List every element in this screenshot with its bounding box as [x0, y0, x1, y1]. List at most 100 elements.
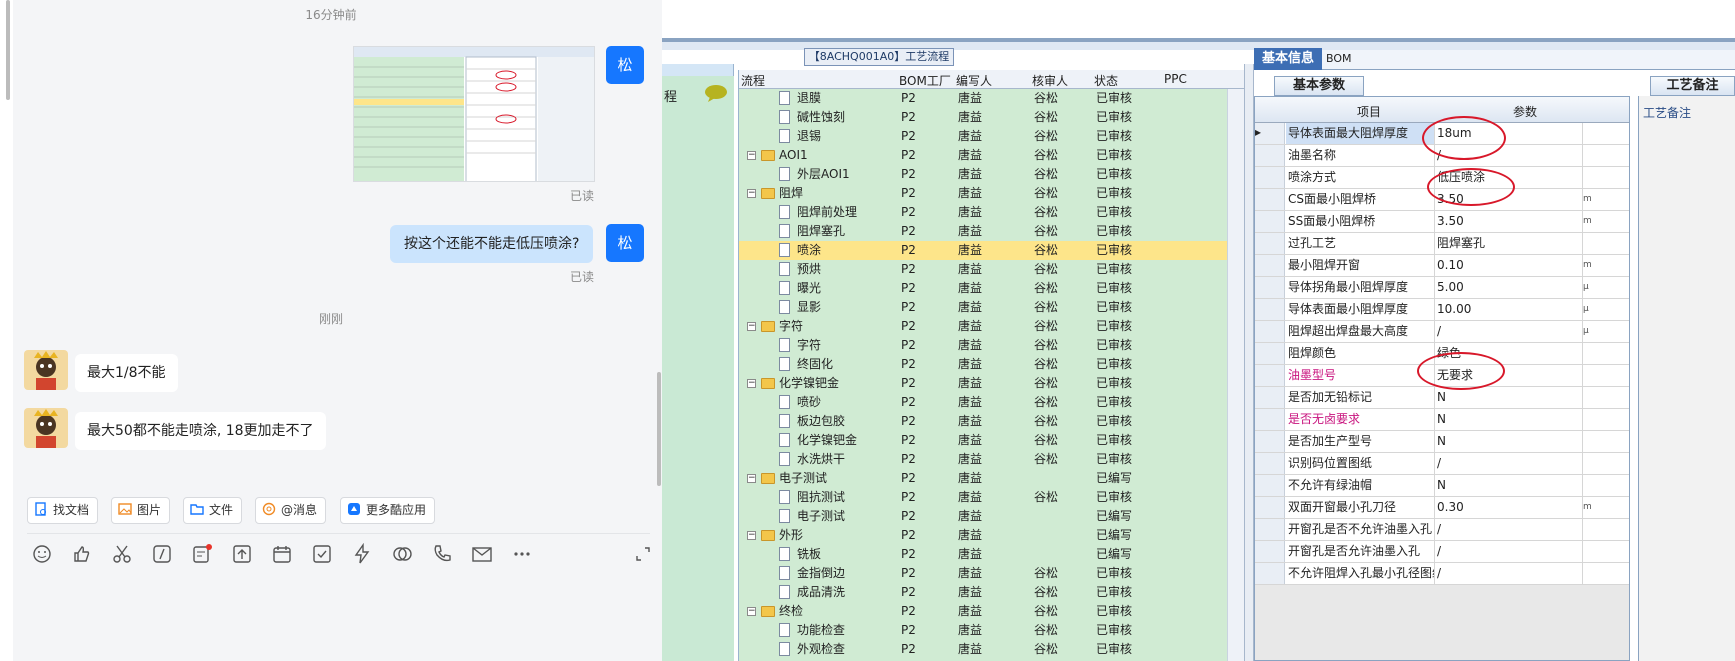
param-row[interactable]: 导体拐角最小阻焊厚度 5.00 μ — [1255, 277, 1629, 299]
row-selector[interactable] — [1255, 167, 1285, 188]
screenshot-thumbnail[interactable] — [353, 46, 595, 182]
row-selector[interactable] — [1255, 189, 1285, 210]
contact-avatar[interactable] — [24, 350, 68, 390]
link-icon[interactable] — [391, 543, 413, 565]
row-selector[interactable] — [1255, 563, 1285, 584]
tree-row[interactable]: 功能检查 P2 唐益 谷松 已审核 — [739, 621, 1227, 640]
row-selector[interactable] — [1255, 277, 1285, 298]
row-selector[interactable] — [1255, 453, 1285, 474]
tree-row[interactable]: 字符 P2 唐益 谷松 已审核 — [739, 336, 1227, 355]
param-value[interactable]: / — [1435, 563, 1583, 584]
param-value[interactable]: 阻焊塞孔 — [1435, 233, 1583, 254]
tree-row[interactable]: 喷涂 P2 唐益 谷松 已审核 — [739, 241, 1227, 260]
tree-row[interactable]: 碱性蚀刻 P2 唐益 谷松 已审核 — [739, 108, 1227, 127]
param-value[interactable]: 0.30 — [1435, 497, 1583, 518]
tree-row[interactable]: 阻焊塞孔 P2 唐益 谷松 已审核 — [739, 222, 1227, 241]
col-ppc[interactable]: PPC — [1164, 72, 1187, 86]
mention-button[interactable]: @消息 — [255, 497, 327, 524]
remark-pane[interactable] — [1638, 96, 1735, 661]
param-value[interactable]: N — [1435, 431, 1583, 452]
tree-row[interactable]: − 外形 P2 唐益 已编写 — [739, 526, 1227, 545]
mail-icon[interactable] — [471, 543, 493, 565]
param-value[interactable]: / — [1435, 519, 1583, 540]
scissors-icon[interactable] — [111, 543, 133, 565]
param-row[interactable]: 是否加生产型号 N — [1255, 431, 1629, 453]
slash-command-icon[interactable] — [151, 543, 173, 565]
tab-bom[interactable]: BOM — [1326, 52, 1352, 65]
collapse-toggle[interactable]: − — [747, 151, 756, 160]
more-apps-button[interactable]: 更多酷应用 — [340, 497, 436, 524]
col-writer[interactable]: 编写人 — [956, 72, 992, 89]
phone-icon[interactable] — [431, 543, 453, 565]
param-value[interactable]: 3.50 — [1435, 211, 1583, 232]
collapse-toggle[interactable]: − — [747, 379, 756, 388]
param-value[interactable]: / — [1435, 541, 1583, 562]
param-value[interactable]: / — [1435, 321, 1583, 342]
row-selector[interactable] — [1255, 497, 1285, 518]
task-check-icon[interactable] — [311, 543, 333, 565]
tree-row[interactable]: 终固化 P2 唐益 谷松 已审核 — [739, 355, 1227, 374]
col-reviewer[interactable]: 核审人 — [1032, 72, 1068, 89]
tree-row[interactable]: 显影 P2 唐益 谷松 已审核 — [739, 298, 1227, 317]
tree-row[interactable]: 水洗烘干 P2 唐益 谷松 已审核 — [739, 450, 1227, 469]
row-selector[interactable] — [1255, 519, 1285, 540]
grid-col-item[interactable]: 项目 — [1357, 103, 1381, 120]
collapse-toggle[interactable]: − — [747, 474, 756, 483]
chat-scrollbar[interactable] — [657, 372, 661, 486]
row-selector[interactable] — [1255, 387, 1285, 408]
param-row[interactable]: 不允许阻焊入孔最小孔径图纸 / — [1255, 563, 1629, 585]
tree-row[interactable]: − 电子测试 P2 唐益 已编写 — [739, 469, 1227, 488]
contact-avatar-2[interactable] — [24, 408, 68, 448]
param-row[interactable]: SS面最小阻焊桥 3.50 m — [1255, 211, 1629, 233]
tree-row[interactable]: 板边包胶 P2 唐益 谷松 已审核 — [739, 412, 1227, 431]
left-nav-label[interactable]: 程 — [664, 86, 677, 105]
row-selector[interactable] — [1255, 145, 1285, 166]
panel-splitter[interactable] — [1244, 64, 1254, 661]
row-selector[interactable] — [1255, 321, 1285, 342]
find-doc-button[interactable]: 找文档 — [27, 497, 99, 524]
param-row[interactable]: 开窗孔是否允许油墨入孔 / — [1255, 541, 1629, 563]
expand-icon[interactable] — [632, 543, 654, 565]
param-row[interactable]: 双面开窗最小孔刀径 0.30 m — [1255, 497, 1629, 519]
collapse-toggle[interactable]: − — [747, 531, 756, 540]
upload-icon[interactable] — [231, 543, 253, 565]
contact-message-1[interactable]: 最大1/8不能 — [75, 354, 178, 392]
tree-row[interactable]: 成品清洗 P2 唐益 谷松 已审核 — [739, 583, 1227, 602]
tree-row[interactable]: − AOI1 P2 唐益 谷松 已审核 — [739, 146, 1227, 165]
collapse-toggle[interactable]: − — [747, 607, 756, 616]
row-selector[interactable] — [1255, 431, 1285, 452]
subtab-process-remark[interactable]: 工艺备注 — [1650, 76, 1735, 96]
row-selector[interactable] — [1255, 475, 1285, 496]
param-value[interactable]: N — [1435, 475, 1583, 496]
tree-row[interactable]: 化学镍钯金 P2 唐益 谷松 已审核 — [739, 431, 1227, 450]
comment-bubble-icon[interactable] — [704, 84, 728, 102]
tree-row[interactable]: − 字符 P2 唐益 谷松 已审核 — [739, 317, 1227, 336]
lightning-icon[interactable] — [351, 542, 373, 565]
thumbs-up-icon[interactable] — [71, 543, 93, 565]
param-row[interactable]: 是否加无铅标记 N — [1255, 387, 1629, 409]
tree-row[interactable]: 退膜 P2 唐益 谷松 已审核 — [739, 89, 1227, 108]
param-row[interactable]: 导体表面最小阻焊厚度 10.00 μ — [1255, 299, 1629, 321]
emoji-icon[interactable] — [31, 543, 53, 565]
collapse-toggle[interactable]: − — [747, 322, 756, 331]
row-selector[interactable] — [1255, 233, 1285, 254]
grid-col-param[interactable]: 参数 — [1513, 103, 1537, 120]
my-avatar-2[interactable]: 松 — [606, 224, 644, 262]
row-selector[interactable] — [1255, 211, 1285, 232]
tree-scrollbar[interactable] — [1227, 89, 1244, 661]
param-value[interactable]: 0.10 — [1435, 255, 1583, 276]
tree-row[interactable]: 铣板 P2 唐益 已编写 — [739, 545, 1227, 564]
tree-row[interactable]: 金指倒边 P2 唐益 谷松 已审核 — [739, 564, 1227, 583]
row-selector[interactable] — [1255, 299, 1285, 320]
tab-basic-info[interactable]: 基本信息 — [1254, 48, 1322, 70]
param-row[interactable]: 最小阻焊开窗 0.10 m — [1255, 255, 1629, 277]
param-row[interactable]: 阻焊超出焊盘最大高度 / μ — [1255, 321, 1629, 343]
param-row[interactable]: 开窗孔是否不允许油墨入孔 / — [1255, 519, 1629, 541]
contact-message-2[interactable]: 最大50都不能走喷涂, 18更加走不了 — [75, 412, 326, 450]
row-selector[interactable] — [1255, 343, 1285, 364]
param-value[interactable]: / — [1435, 453, 1583, 474]
param-value[interactable]: N — [1435, 387, 1583, 408]
tree-row[interactable]: − 化学镍钯金 P2 唐益 谷松 已审核 — [739, 374, 1227, 393]
calendar-icon[interactable] — [271, 543, 293, 565]
param-value[interactable]: 10.00 — [1435, 299, 1583, 320]
